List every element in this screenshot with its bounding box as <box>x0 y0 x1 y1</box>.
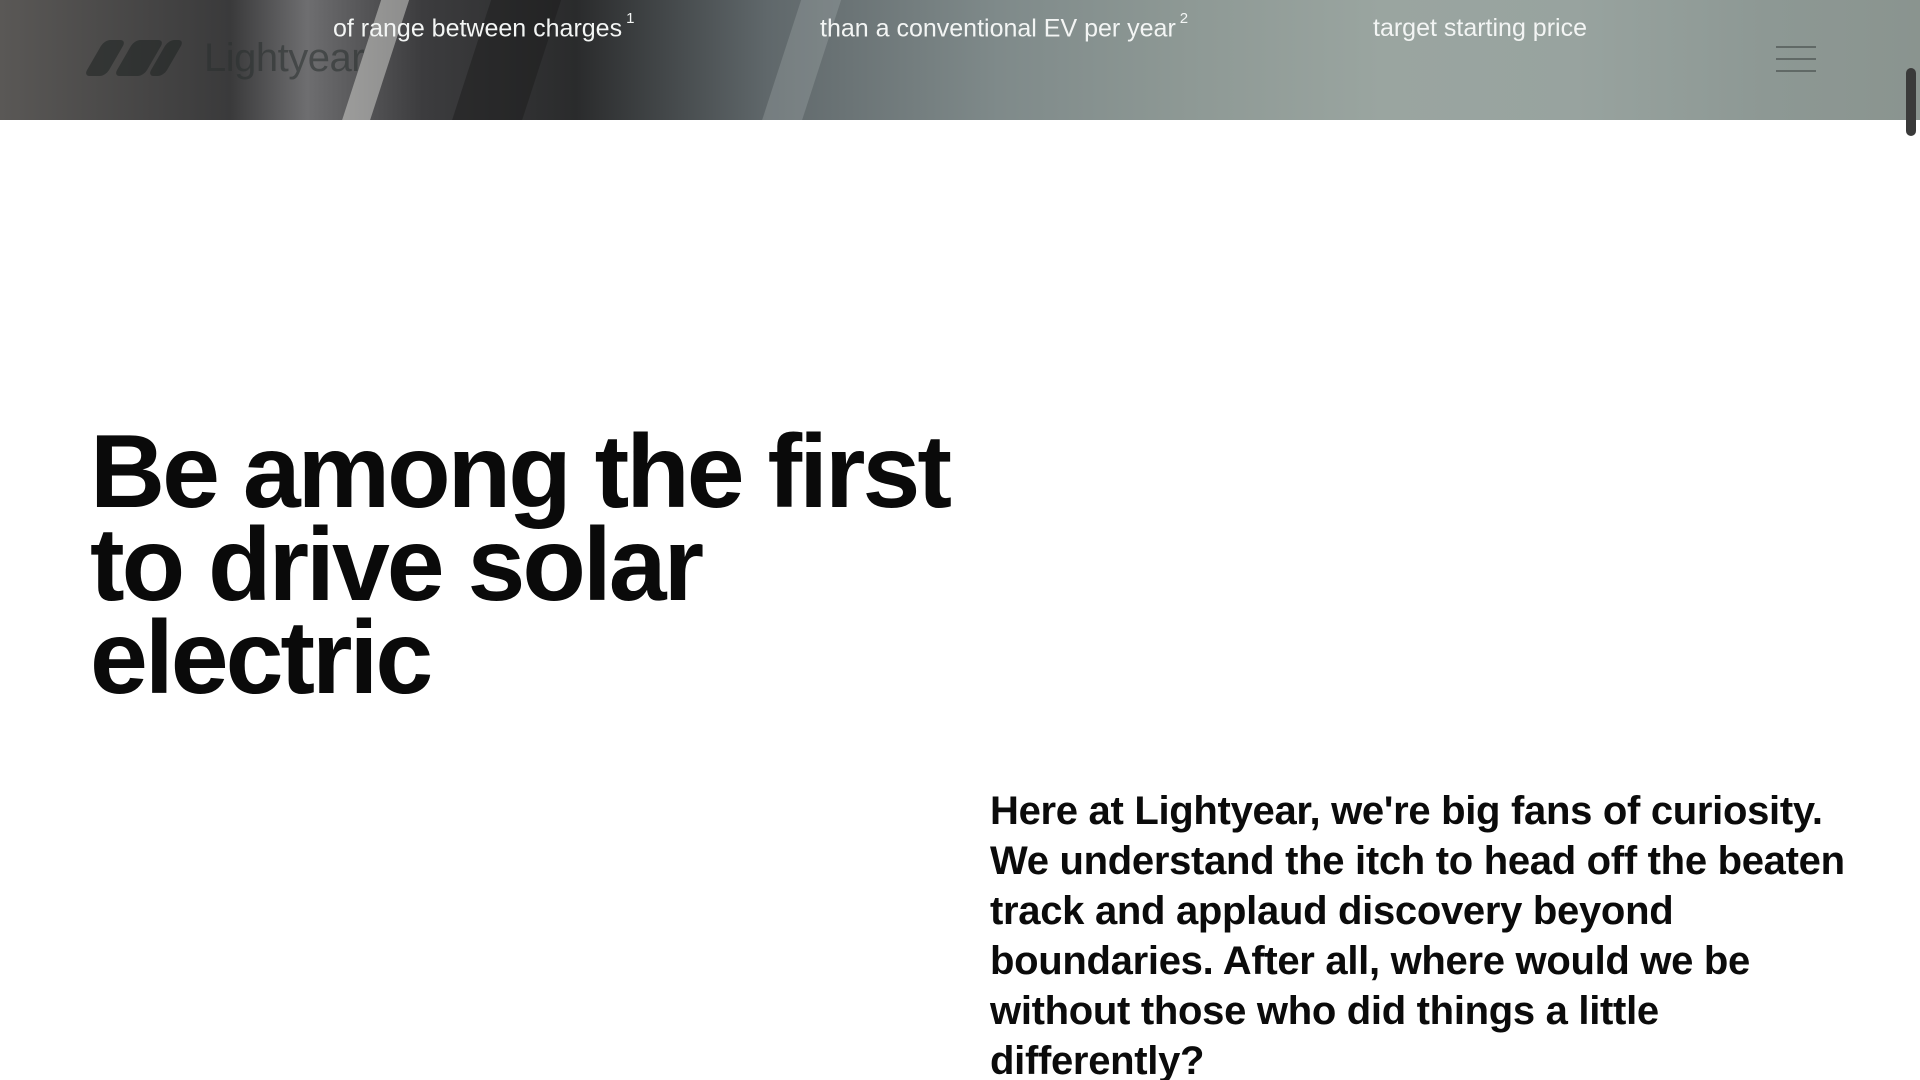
hero-image-strip: of range between charges 1 than a convent… <box>0 0 1920 120</box>
logo-link[interactable]: Lightyear <box>83 34 365 82</box>
site-header: Lightyear <box>0 0 1920 120</box>
lightyear-logo-icon <box>83 34 185 82</box>
logo-text: Lightyear <box>204 35 365 80</box>
scrollbar-thumb[interactable] <box>1906 68 1916 136</box>
hamburger-menu-icon[interactable] <box>1776 44 1816 74</box>
page-headline: Be among the first to drive solar electr… <box>90 414 952 716</box>
page: of range between charges 1 than a convent… <box>0 0 1920 1080</box>
intro-paragraph: Here at Lightyear, we're big fans of cur… <box>990 789 1845 1080</box>
